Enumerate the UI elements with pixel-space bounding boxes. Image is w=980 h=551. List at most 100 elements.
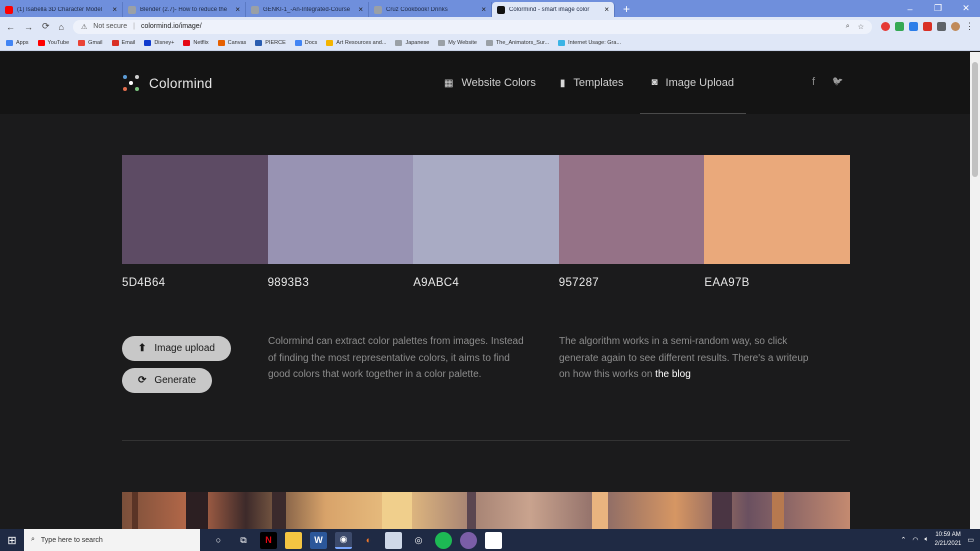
bookmark-item[interactable]: Docs [294,40,317,46]
blender-app-icon[interactable]: ◐ [360,532,377,549]
color-swatch[interactable] [122,155,268,264]
steam-app-icon[interactable]: ◎ [410,532,427,549]
tab-close-icon[interactable]: × [604,5,609,14]
nav-templates[interactable]: ▮ Templates [548,52,636,114]
url-bar[interactable]: ⚠ Not secure | colormind.io/image/ ⌕ ☆ [72,19,872,34]
bookmark-item[interactable]: Netflix [183,40,209,46]
tab-favicon-icon [374,5,382,14]
page-scrollbar[interactable] [970,52,980,529]
bookmark-label: Gmail [88,40,103,46]
tab-close-icon[interactable]: × [112,5,117,14]
bookmark-item[interactable]: Email [111,40,135,46]
blog-link[interactable]: the blog [655,369,691,380]
windows-taskbar: ⊞ ⌕ Type here to search ○ ⧉ N W ◉ ◐ ◎ ⌃ … [0,529,980,551]
color-swatch[interactable] [267,155,414,264]
app-purple-icon[interactable] [460,531,477,549]
generate-button[interactable]: ⟳ Generate [122,368,212,393]
description-extract: Colormind can extract color palettes fro… [268,336,524,380]
extension-calendar-icon[interactable] [909,22,918,31]
browser-tab[interactable]: Colormind - smart image color × [492,2,615,17]
hex-code[interactable]: 957287 [559,277,705,289]
browser-tab[interactable]: (1) Isabella 3D Character Model × [0,2,123,17]
extension-check-icon[interactable] [895,22,904,31]
color-swatch[interactable] [413,155,559,264]
bookmark-favicon-icon [111,40,119,46]
netflix-app-icon[interactable]: N [260,531,277,549]
bookmark-item[interactable]: Art Resources and... [326,40,386,46]
clock[interactable]: 10:59 AM 2/21/2021 [935,531,962,549]
extension-opera-icon[interactable] [881,22,890,31]
tab-close-icon[interactable]: × [358,5,363,14]
notepad-app-icon[interactable] [485,531,502,549]
bookmark-item[interactable]: My Website [438,40,477,46]
bookmark-item[interactable]: Japanese [395,40,429,46]
file-explorer-icon[interactable] [285,531,302,549]
browser-tab[interactable]: Cruz Cookbook! Drinks × [369,2,492,17]
bookmark-item[interactable]: Gmail [78,40,103,46]
bookmark-item[interactable]: The_Animators_Sur... [485,40,549,46]
notifications-icon[interactable]: ▭ [967,536,974,544]
back-icon[interactable]: ← [6,22,15,32]
color-swatch[interactable] [704,155,850,264]
bookmark-favicon-icon [485,40,493,46]
profile-avatar[interactable] [951,22,960,31]
extensions: ⋮ [881,21,974,32]
home-icon[interactable]: ⌂ [59,22,64,32]
windows-start-icon[interactable]: ⊞ [0,529,24,551]
tab-strip: (1) Isabella 3D Character Model × Blender … [0,2,615,17]
facebook-icon[interactable]: f [812,76,815,88]
tab-close-icon[interactable]: × [235,5,240,14]
zoom-icon[interactable]: ⌕ [846,23,850,31]
bookmark-star-icon[interactable]: ☆ [858,23,864,31]
bookmark-item[interactable]: PIERCE [255,40,286,46]
chrome-app-icon[interactable]: ◉ [335,531,352,549]
color-palette [122,155,850,264]
puzzle-icon[interactable] [937,22,946,31]
kebab-menu-icon[interactable]: ⋮ [965,21,974,32]
hex-code[interactable]: 5D4B64 [122,277,268,289]
reload-icon[interactable]: ⟳ [42,21,50,32]
bookmark-label: Netflix [193,40,209,46]
tray-chevron-icon[interactable]: ⌃ [900,536,906,544]
nav-website-colors[interactable]: ▦ Website Colors [432,52,548,114]
image-upload-button[interactable]: ⬆ Image upload [122,336,231,361]
browser-tab[interactable]: GENKI-1_-An-Integrated-Course × [246,2,369,17]
refresh-icon: ⟳ [137,375,147,386]
bookmark-favicon-icon [294,40,302,46]
url-separator: | [133,23,135,30]
section-divider [122,440,850,441]
restore-button[interactable]: ❐ [924,0,952,17]
bookmark-item[interactable]: Apps [6,40,29,46]
main-nav: ▦ Website Colors ▮ Templates ◙ Image Upl… [432,52,747,114]
task-view-icon[interactable]: ⧉ [235,532,252,549]
hex-code[interactable]: EAA97B [704,277,850,289]
cortana-icon[interactable]: ○ [210,532,227,549]
bookmark-item[interactable]: Disney+ [144,40,174,46]
network-icon[interactable]: ◠ [912,536,918,544]
bookmark-item[interactable]: Canvas [217,40,246,46]
bookmark-label: Japanese [405,40,430,46]
nav-image-upload[interactable]: ◙ Image Upload [639,52,747,114]
brand-logo[interactable]: Colormind [122,74,212,92]
tab-close-icon[interactable]: × [481,5,486,14]
hex-code[interactable]: A9ABC4 [413,277,559,289]
twitter-icon[interactable]: 🐦 [832,76,843,88]
new-tab-button[interactable]: + [615,2,638,17]
bookmark-item[interactable]: YouTube [37,40,69,46]
close-window-button[interactable]: ✕ [952,0,980,17]
forward-icon[interactable]: → [24,22,33,32]
word-app-icon[interactable]: W [310,531,327,549]
extension-red-icon[interactable] [923,22,932,31]
minimize-button[interactable]: – [896,0,924,17]
color-swatch[interactable] [558,155,705,264]
bookmark-item[interactable]: Internet Usage: Gra... [558,40,621,46]
hex-code[interactable]: 9893B3 [268,277,414,289]
scrollbar-thumb[interactable] [972,62,978,177]
spotify-app-icon[interactable] [435,531,452,549]
browser-tab[interactable]: Blender (2.7)- How to reduce the × [123,2,246,17]
nav-label: Website Colors [461,77,536,89]
photos-app-icon[interactable] [385,531,402,549]
taskbar-search-box[interactable]: ⌕ Type here to search [24,529,200,551]
volume-icon[interactable]: 🔈︎ [924,536,928,544]
clock-time: 10:59 AM [935,532,961,538]
